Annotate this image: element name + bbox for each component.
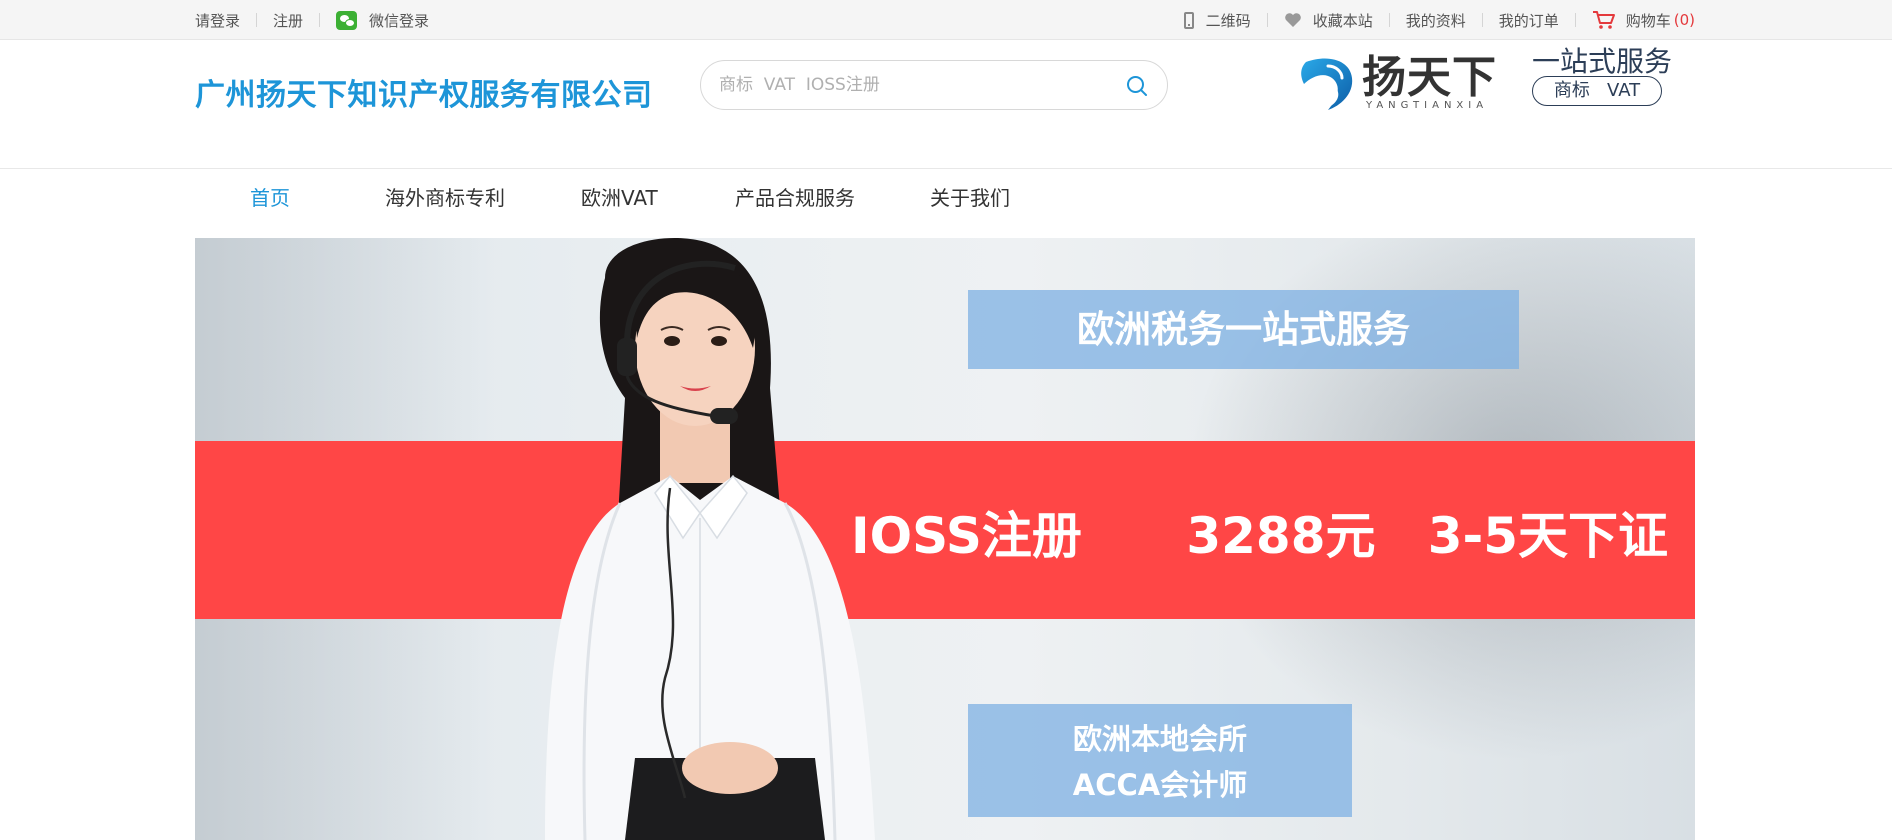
header-divider (0, 168, 1892, 169)
cart-link[interactable]: 购物车 (0) (1592, 10, 1695, 31)
separator (1481, 13, 1483, 27)
banner-top-text: 欧洲税务一站式服务 (1077, 308, 1410, 351)
bookmark-label: 收藏本站 (1312, 11, 1373, 30)
qrcode-label: 二维码 (1205, 11, 1251, 30)
separator (1388, 13, 1390, 27)
separator (319, 13, 321, 27)
orders-link[interactable]: 我的订单 (1499, 10, 1559, 31)
slogan-tags: 商标 VAT (1532, 76, 1662, 106)
separator (1574, 13, 1576, 27)
search-icon[interactable] (1125, 74, 1149, 98)
nav-item-home[interactable]: 首页 (250, 182, 290, 211)
slogan: 一站式服务 (1532, 45, 1673, 78)
heart-icon (1284, 13, 1301, 27)
nav-item-overseas-trademark[interactable]: 海外商标专利 (385, 182, 505, 211)
cart-label: 购物车 (1625, 11, 1671, 30)
brand-mark-icon (1301, 58, 1353, 110)
wechat-login-label: 微信登录 (369, 11, 430, 30)
brand-name-en: YANGTIANXIA (1366, 100, 1489, 111)
banner-promo-text: IOSS注册 3288元 3-5天下证 (851, 507, 1669, 565)
banner-bottom-box: 欧洲本地会所 ACCA会计师 (968, 704, 1352, 817)
separator (256, 13, 258, 27)
banner-bottom-line1: 欧洲本地会所 (1072, 722, 1247, 756)
company-name[interactable]: 广州扬天下知识产权服务有限公司 (195, 70, 653, 114)
top-bar-inner: 请登录 注册 微信登录 二维码 收藏本站 我的资料 我的订单 购物车 (0) (195, 0, 1695, 40)
nav-item-compliance[interactable]: 产品合规服务 (735, 182, 855, 211)
login-link[interactable]: 请登录 (195, 10, 240, 31)
top-bar-left: 请登录 注册 微信登录 (195, 0, 429, 40)
bookmark-link[interactable]: 收藏本站 (1284, 10, 1373, 31)
profile-link[interactable]: 我的资料 (1406, 10, 1466, 31)
banner-bottom-line2: ACCA会计师 (1072, 768, 1248, 802)
register-link[interactable]: 注册 (273, 10, 303, 31)
qrcode-link[interactable]: 二维码 (1183, 10, 1251, 31)
top-utility-bar: 请登录 注册 微信登录 二维码 收藏本站 我的资料 我的订单 购物车 (0) (0, 0, 1892, 40)
wechat-icon (336, 10, 358, 30)
nav-item-about[interactable]: 关于我们 (930, 182, 1010, 211)
nav-item-eu-vat[interactable]: 欧洲VAT (581, 182, 658, 211)
brand-name-cn: 扬天下 (1362, 52, 1497, 103)
cart-icon (1592, 11, 1615, 29)
banner-top-box: 欧洲税务一站式服务 (968, 290, 1519, 369)
top-bar-right: 二维码 收藏本站 我的资料 我的订单 购物车 (0) (1183, 0, 1695, 40)
phone-icon (1183, 11, 1194, 29)
wechat-login-link[interactable]: 微信登录 (336, 10, 429, 31)
search-box (700, 60, 1168, 110)
hero-banner[interactable]: 欧洲税务一站式服务 IOSS注册 3288元 3-5天下证 欧洲本地会所 ACC… (195, 238, 1695, 840)
separator (1266, 13, 1268, 27)
cart-count: (0) (1673, 11, 1695, 29)
brand-logo[interactable]: 扬天下 YANGTIANXIA (1298, 52, 1504, 116)
search-input[interactable] (719, 71, 1099, 99)
